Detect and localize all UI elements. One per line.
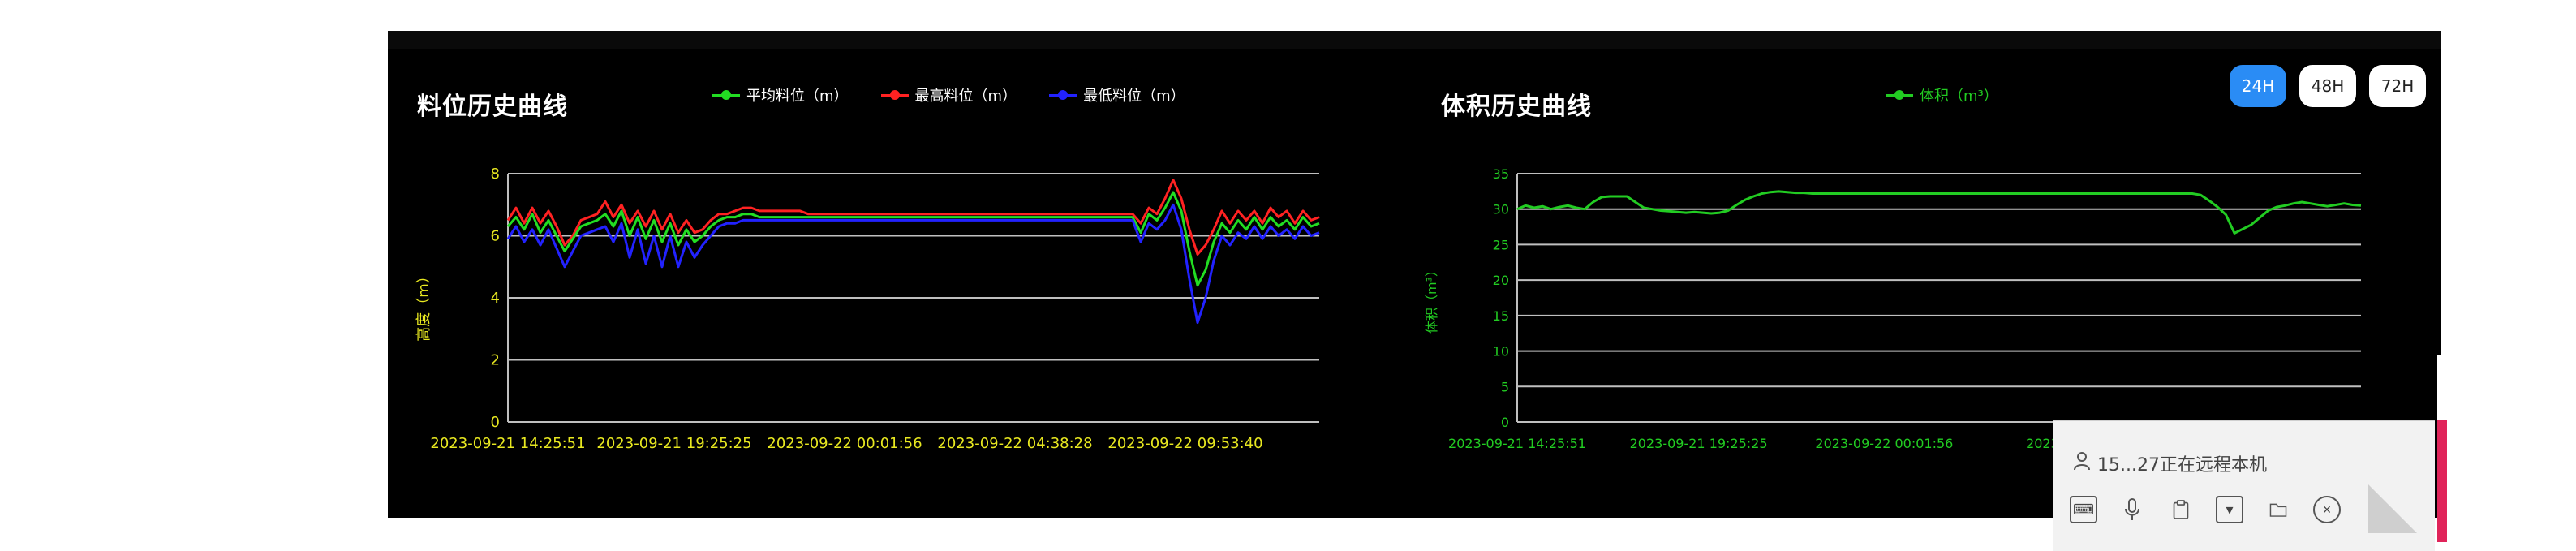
series-line-0 [506,191,1320,287]
x-tick-label: 2023-09-21 14:25:51 [430,435,585,452]
popup-resize-corner [2368,484,2417,533]
y-tick-label: 6 [491,228,500,245]
remote-control-popup[interactable]: 15...27正在远程本机 ⌨ ▾ × [2053,420,2435,551]
level-chart: 0 2 4 6 8 2023-09-21 14:25:51 2023-09-21 19:2… [415,166,1320,452]
x-tick-label: 2023-09-22 00:01:56 [767,435,922,452]
level-y-ticks: 0 2 4 6 8 [491,166,500,431]
clipboard-icon[interactable] [2167,496,2195,523]
volume-y-ticks: 0 5 10 15 20 25 30 35 [1493,166,1509,430]
popup-accent-bar [2437,420,2447,542]
popup-text: 15...27正在远程本机 [2097,455,2267,476]
y-tick-label: 0 [1501,415,1509,430]
popup-edge [2437,355,2447,420]
x-tick-label: 2023-09-22 04:38:28 [937,435,1092,452]
y-tick-label: 0 [491,414,500,431]
popup-user-row: 15...27正在远程本机 [2073,450,2267,476]
x-tick-label: 2023-09-21 19:25:25 [596,435,751,452]
series-line-0 [1516,190,2362,235]
x-tick-label: 2023-09-21 19:25:25 [1630,436,1768,451]
x-tick-label: 2023-09-22 09:53:40 [1107,435,1262,452]
microphone-icon[interactable] [2118,496,2146,523]
y-tick-label: 8 [491,166,500,183]
y-tick-label: 10 [1493,344,1509,359]
level-series-group [506,179,1320,325]
y-tick-label: 15 [1493,308,1509,324]
close-circle-icon[interactable]: × [2313,496,2341,523]
y-tick-label: 20 [1493,273,1509,288]
y-tick-label: 5 [1501,379,1509,394]
y-tick-label: 25 [1493,237,1509,252]
x-tick-label: 2023-09-21 14:25:51 [1448,436,1586,451]
level-y-axis-label: 高度（m） [415,269,432,342]
y-tick-label: 35 [1493,166,1509,182]
person-icon [2073,451,2091,476]
volume-grid [1516,173,2361,423]
folder-icon[interactable] [2264,496,2292,523]
download-icon[interactable]: ▾ [2216,496,2243,523]
y-tick-label: 4 [491,290,500,307]
keyboard-icon[interactable]: ⌨ [2070,496,2097,523]
y-tick-label: 30 [1493,202,1509,217]
y-tick-label: 2 [491,352,500,369]
x-tick-label: 2023-09-22 00:01:56 [1815,436,1953,451]
level-x-ticks: 2023-09-21 14:25:51 2023-09-21 19:25:25 20… [430,435,1262,452]
popup-toolbar: ⌨ ▾ × [2070,496,2341,523]
volume-x-ticks: 2023-09-21 14:25:51 2023-09-21 19:25:25 20… [1448,436,2114,451]
volume-series-group [1516,190,2362,235]
volume-y-axis-label: 体积（m³） [1424,264,1439,334]
level-grid [507,173,1319,423]
